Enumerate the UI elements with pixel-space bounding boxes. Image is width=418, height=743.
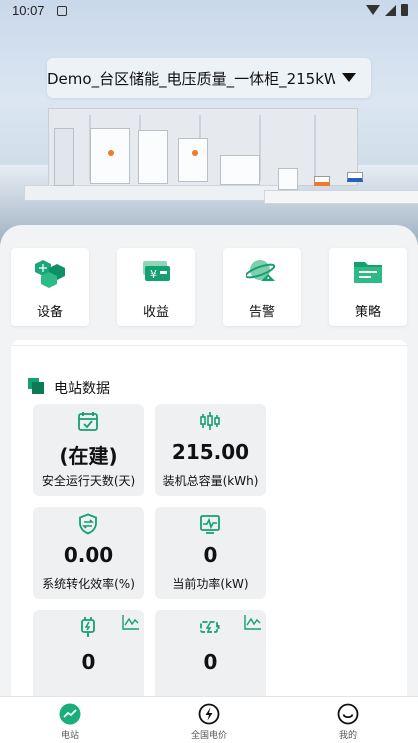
station-data-card: 电站数据 (在建) 安全运行天数(天) 215.00 装机总容量(kWh) 0.… xyxy=(11,340,407,702)
section-title: 电站数据 xyxy=(54,381,110,397)
tab-national-price[interactable]: 全国电价 xyxy=(139,697,279,743)
station-select[interactable]: Demo_台区储能_电压质量_一体柜_215kWh xyxy=(47,58,371,98)
trend-chart-icon[interactable] xyxy=(122,614,140,630)
cabinet xyxy=(178,138,208,182)
stat-value: 0 xyxy=(81,650,96,674)
cube-model xyxy=(314,176,330,186)
divider xyxy=(11,345,407,346)
quick-action-revenue[interactable]: ¥ 收益 xyxy=(117,248,195,326)
status-bar: 10:07 xyxy=(0,0,418,24)
hero-banner: 10:07 Demo_台区储能_电压质量_一体柜_215kWh xyxy=(0,0,418,245)
notification-icon xyxy=(57,6,67,16)
quick-action-label: 告警 xyxy=(248,305,275,320)
stat-label: 当前功率(kW) xyxy=(172,577,249,591)
battery-icon xyxy=(401,4,408,16)
stat-value: 0 xyxy=(203,543,218,567)
quick-action-label: 设备 xyxy=(36,305,63,320)
cabinet xyxy=(220,155,260,185)
station-select-value: Demo_台区储能_电压质量_一体柜_215kWh xyxy=(47,70,335,88)
stat-label: 系统转化效率(%) xyxy=(42,577,135,591)
status-indicators xyxy=(366,4,408,16)
stat-label: 安全运行天数(天) xyxy=(41,474,136,488)
shield-exchange-icon xyxy=(79,513,97,535)
stat-value: 0 xyxy=(203,650,218,674)
tab-label: 我的 xyxy=(338,731,357,741)
stat-card-power: 0 当前功率(kW) xyxy=(155,507,266,599)
stat-card-capacity: 215.00 装机总容量(kWh) xyxy=(155,404,266,496)
stat-value: 215.00 xyxy=(171,440,250,464)
tab-label: 电站 xyxy=(60,731,79,741)
stat-value: (在建) xyxy=(59,444,118,468)
tab-mine[interactable]: 我的 xyxy=(278,697,418,743)
strategy-folder-icon xyxy=(354,262,382,283)
station-chart-icon xyxy=(59,703,81,725)
calendar-check-icon xyxy=(78,412,98,431)
smile-face-icon xyxy=(337,703,359,725)
pulse-monitor-icon xyxy=(200,515,220,534)
stat-card-charge: 0 xyxy=(33,610,144,702)
charging-plug-icon xyxy=(81,617,95,637)
quick-action-device[interactable]: 设备 xyxy=(11,248,89,326)
cabinet xyxy=(90,128,130,184)
stat-card-battery: 0 xyxy=(155,610,266,702)
cabinet xyxy=(278,168,298,190)
stat-value: 0.00 xyxy=(63,543,114,567)
cabinet xyxy=(54,128,74,186)
alarm-planet-icon xyxy=(246,260,276,281)
tab-station[interactable]: 电站 xyxy=(0,697,140,743)
svg-text:¥: ¥ xyxy=(150,268,157,281)
section-square-icon xyxy=(28,378,44,394)
device-cubes-icon xyxy=(35,260,65,288)
wifi-icon xyxy=(366,5,380,15)
stat-card-efficiency: 0.00 系统转化效率(%) xyxy=(33,507,144,599)
dropdown-caret-icon[interactable] xyxy=(342,73,356,82)
status-time: 10:07 xyxy=(12,3,45,18)
signal-icon xyxy=(385,4,396,16)
lightning-circle-icon xyxy=(198,703,220,725)
cube-model xyxy=(347,172,363,182)
stat-label: 装机总容量(kWh) xyxy=(162,474,259,488)
quick-action-strategy[interactable]: 策略 xyxy=(329,248,407,326)
battery-charge-icon xyxy=(200,621,220,633)
quick-action-label: 收益 xyxy=(142,305,169,320)
revenue-money-icon: ¥ xyxy=(143,261,170,281)
candlestick-icon xyxy=(200,412,220,430)
quick-action-label: 策略 xyxy=(354,305,381,320)
trend-chart-icon[interactable] xyxy=(244,614,262,630)
bottom-tab-bar: 电站 全国电价 我的 xyxy=(0,696,418,743)
platform xyxy=(24,185,284,201)
platform xyxy=(264,190,418,204)
cabinet xyxy=(138,130,168,184)
stat-card-safe-days: (在建) 安全运行天数(天) xyxy=(33,404,144,496)
quick-action-alarm[interactable]: 告警 xyxy=(223,248,301,326)
tab-label: 全国电价 xyxy=(190,731,227,741)
